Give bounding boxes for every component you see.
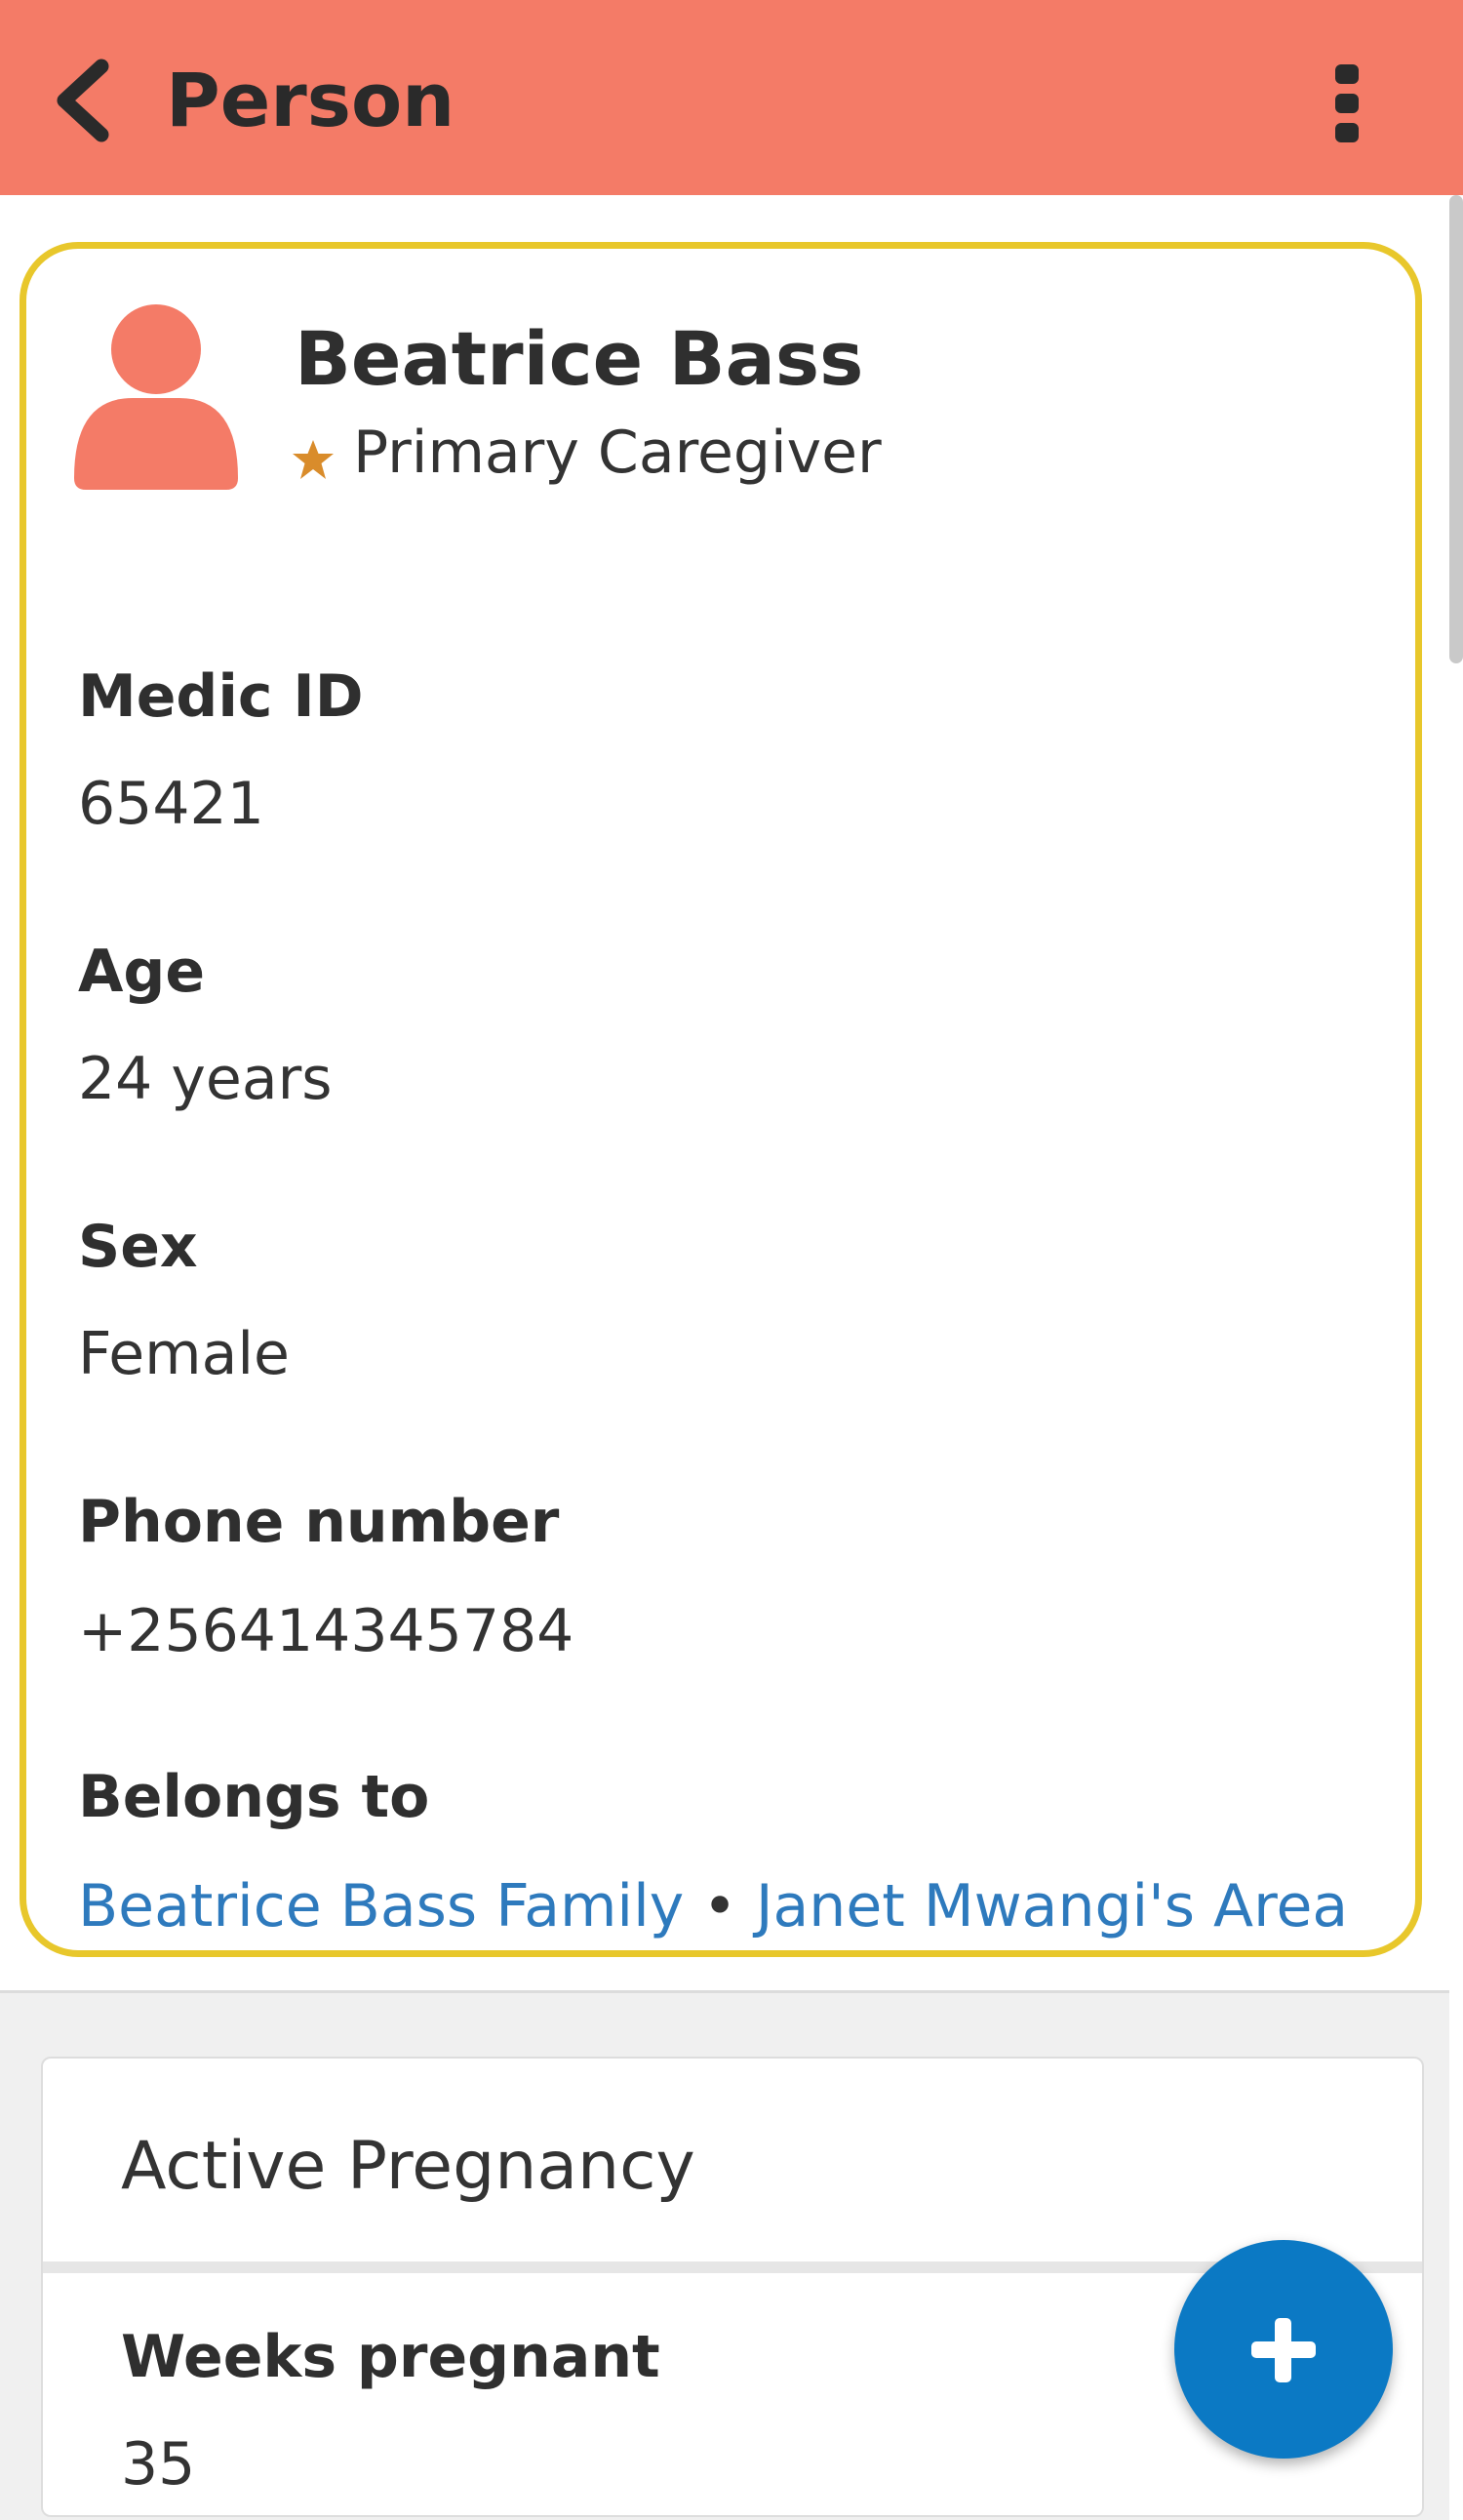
vertical-dots-icon [1335, 64, 1359, 142]
age-label: Age [78, 938, 206, 1006]
breadcrumb-separator: • [702, 1872, 737, 1940]
person-icon [74, 304, 238, 490]
medic-id-value: 65421 [78, 770, 264, 838]
phone-number-value: +256414345784 [78, 1597, 574, 1665]
plus-icon [1251, 2318, 1316, 2382]
medic-id-label: Medic ID [78, 662, 364, 731]
back-button[interactable] [51, 57, 119, 144]
scrollbar-thumb[interactable] [1449, 195, 1463, 663]
belongs-to-value: Beatrice Bass Family • Janet Mwangi's Ar… [78, 1867, 1348, 1945]
age-value: 24 years [78, 1045, 333, 1113]
chevron-left-icon [57, 59, 109, 142]
overflow-menu-button[interactable] [1322, 59, 1370, 146]
person-name: Beatrice Bass [295, 315, 864, 402]
weeks-pregnant-value: 35 [121, 2430, 196, 2499]
weeks-pregnant-label: Weeks pregnant [121, 2323, 660, 2391]
active-pregnancy-header: Active Pregnancy [121, 2128, 695, 2205]
sex-label: Sex [78, 1213, 198, 1281]
area-link[interactable]: Janet Mwangi's Area [756, 1872, 1348, 1940]
family-link[interactable]: Beatrice Bass Family [78, 1872, 684, 1940]
person-role: Primary Caregiver [353, 419, 882, 487]
belongs-to-label: Belongs to [78, 1763, 430, 1831]
page-title: Person [166, 57, 455, 143]
add-button[interactable] [1174, 2240, 1393, 2459]
avatar [74, 304, 238, 490]
top-app-bar: Person [0, 0, 1463, 195]
star-icon [293, 440, 334, 479]
phone-number-label: Phone number [78, 1488, 560, 1556]
sex-value: Female [78, 1320, 290, 1388]
